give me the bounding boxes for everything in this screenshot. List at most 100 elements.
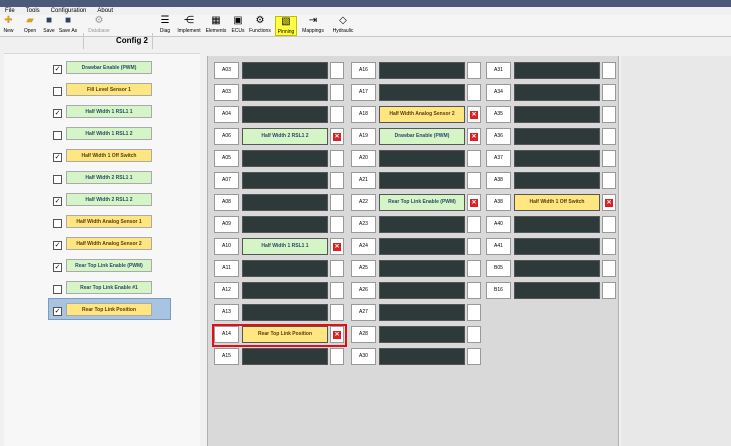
pin-slot[interactable]: A03	[214, 84, 347, 103]
pin-slot[interactable]: A08	[214, 194, 347, 213]
function-label[interactable]: Half Width Analog Sensor 2	[66, 237, 152, 250]
pin-assignment[interactable]	[242, 216, 328, 233]
function-checkbox[interactable]: ✓	[53, 153, 62, 162]
pin-clear-cell[interactable]: ✕	[330, 326, 344, 343]
function-item[interactable]: ✓ Half Width 1 RSL1 1	[44, 105, 210, 122]
mappings-button[interactable]: ⇥ Mappings	[300, 16, 326, 36]
pin-assignment[interactable]	[242, 62, 328, 79]
function-checkbox[interactable]: ✓	[53, 263, 62, 272]
pin-slot[interactable]: A31	[486, 62, 619, 81]
function-label[interactable]: Half Width 1 RSL1 1	[66, 105, 152, 118]
pin-assignment[interactable]	[379, 282, 465, 299]
remove-icon[interactable]: ✕	[333, 133, 341, 141]
ecus-button[interactable]: ▣ ECUs	[230, 16, 246, 36]
pin-assignment[interactable]	[514, 260, 600, 277]
function-checkbox[interactable]: ✓	[53, 307, 62, 316]
pin-slot[interactable]: A14 Rear Top Link Position ✕	[212, 324, 347, 347]
pin-slot[interactable]: A23	[351, 216, 484, 235]
pin-assignment[interactable]	[379, 348, 465, 365]
pin-slot[interactable]: A15	[214, 348, 347, 367]
functions-button[interactable]: ⚙ Functions	[248, 16, 272, 36]
pin-slot[interactable]: A38	[486, 172, 619, 191]
pin-assignment[interactable]: Half Width Analog Sensor 2	[379, 106, 465, 123]
pin-assignment[interactable]	[514, 238, 600, 255]
pin-slot[interactable]: A04	[214, 106, 347, 125]
pin-assignment[interactable]	[514, 84, 600, 101]
function-item[interactable]: Half Width Analog Sensor 1	[44, 215, 210, 232]
pin-assignment[interactable]: Rear Top Link Position	[242, 326, 328, 343]
pin-slot[interactable]: A40	[486, 216, 619, 235]
pin-assignment[interactable]	[379, 326, 465, 343]
pin-slot[interactable]: A21	[351, 172, 484, 191]
pin-assignment[interactable]	[242, 150, 328, 167]
pin-slot[interactable]: A25	[351, 260, 484, 279]
function-checkbox[interactable]	[53, 131, 62, 140]
pin-slot[interactable]: A19 Drawbar Enable (PWM) ✕	[351, 128, 484, 147]
pin-assignment[interactable]	[379, 150, 465, 167]
pin-slot[interactable]: A35	[486, 106, 619, 125]
pin-assignment[interactable]	[379, 304, 465, 321]
pin-slot[interactable]: A20	[351, 150, 484, 169]
pin-assignment[interactable]	[242, 172, 328, 189]
open-button[interactable]: ▰ Open	[22, 16, 38, 36]
pin-slot[interactable]: A11	[214, 260, 347, 279]
diag-button[interactable]: ☰ Diag	[158, 16, 172, 36]
pin-assignment[interactable]	[242, 106, 328, 123]
pin-slot[interactable]: A17	[351, 84, 484, 103]
pin-clear-cell[interactable]: ✕	[467, 128, 481, 145]
database-button[interactable]: ⚙ Database	[86, 16, 112, 36]
pin-assignment[interactable]	[379, 260, 465, 277]
function-label[interactable]: Half Width 1 RSL1 2	[66, 127, 152, 140]
pin-assignment[interactable]	[242, 260, 328, 277]
menu-file[interactable]: File	[5, 7, 15, 15]
remove-icon[interactable]: ✕	[470, 199, 478, 207]
pin-assignment[interactable]	[514, 216, 600, 233]
pin-slot[interactable]: A38 Half Width 1 Off Switch ✕	[486, 194, 619, 213]
function-item[interactable]: Fill Level Sensor 1	[44, 83, 210, 100]
pin-assignment[interactable]	[379, 216, 465, 233]
config-selector[interactable]: Config 2	[116, 36, 148, 45]
function-checkbox[interactable]	[53, 219, 62, 228]
pin-slot[interactable]: A16	[351, 62, 484, 81]
pin-assignment[interactable]: Drawbar Enable (PWM)	[379, 128, 465, 145]
pin-clear-cell[interactable]: ✕	[602, 194, 616, 211]
function-item[interactable]: ✓ Rear Top Link Enable (PWM)	[44, 259, 210, 276]
pin-slot[interactable]: A03	[214, 62, 347, 81]
function-item[interactable]: ✓ Rear Top Link Position	[44, 303, 210, 320]
pin-assignment[interactable]	[242, 84, 328, 101]
function-label[interactable]: Fill Level Sensor 1	[66, 83, 152, 96]
function-checkbox[interactable]: ✓	[53, 65, 62, 74]
pin-assignment[interactable]	[379, 238, 465, 255]
remove-icon[interactable]: ✕	[333, 243, 341, 251]
menu-configuration[interactable]: Configuration	[51, 7, 87, 15]
pin-slot[interactable]: A24	[351, 238, 484, 257]
function-label[interactable]: Half Width 1 Off Switch	[66, 149, 152, 162]
pin-assignment[interactable]	[379, 62, 465, 79]
pinning-button[interactable]: ▧ Pinning	[275, 16, 297, 36]
pin-slot[interactable]: A09	[214, 216, 347, 235]
pin-assignment[interactable]	[514, 150, 600, 167]
function-checkbox[interactable]	[53, 175, 62, 184]
pin-assignment[interactable]	[514, 172, 600, 189]
pin-slot[interactable]: A12	[214, 282, 347, 301]
pin-assignment[interactable]	[242, 348, 328, 365]
save-button[interactable]: ■ Save	[42, 16, 56, 36]
pin-assignment[interactable]	[242, 304, 328, 321]
remove-icon[interactable]: ✕	[470, 111, 478, 119]
pin-slot[interactable]: A18 Half Width Analog Sensor 2 ✕	[351, 106, 484, 125]
function-label[interactable]: Half Width 2 RSL1 2	[66, 193, 152, 206]
pin-clear-cell[interactable]: ✕	[330, 128, 344, 145]
pin-slot[interactable]: A06 Half Width 2 RSL1 2 ✕	[214, 128, 347, 147]
function-item[interactable]: ✓ Half Width 1 Off Switch	[44, 149, 210, 166]
pin-clear-cell[interactable]: ✕	[467, 194, 481, 211]
function-item[interactable]: Half Width 1 RSL1 2	[44, 127, 210, 144]
function-label[interactable]: Rear Top Link Enable (PWM)	[66, 259, 152, 272]
pin-slot[interactable]: A07	[214, 172, 347, 191]
pin-slot[interactable]: A10 Half Width 1 RSL1 1 ✕	[214, 238, 347, 257]
pin-assignment[interactable]: Half Width 1 Off Switch	[514, 194, 600, 211]
pin-slot[interactable]: A22 Rear Top Link Enable (PWM) ✕	[351, 194, 484, 213]
pin-assignment[interactable]	[242, 194, 328, 211]
pin-assignment[interactable]	[514, 106, 600, 123]
function-checkbox[interactable]	[53, 87, 62, 96]
function-checkbox[interactable]: ✓	[53, 109, 62, 118]
